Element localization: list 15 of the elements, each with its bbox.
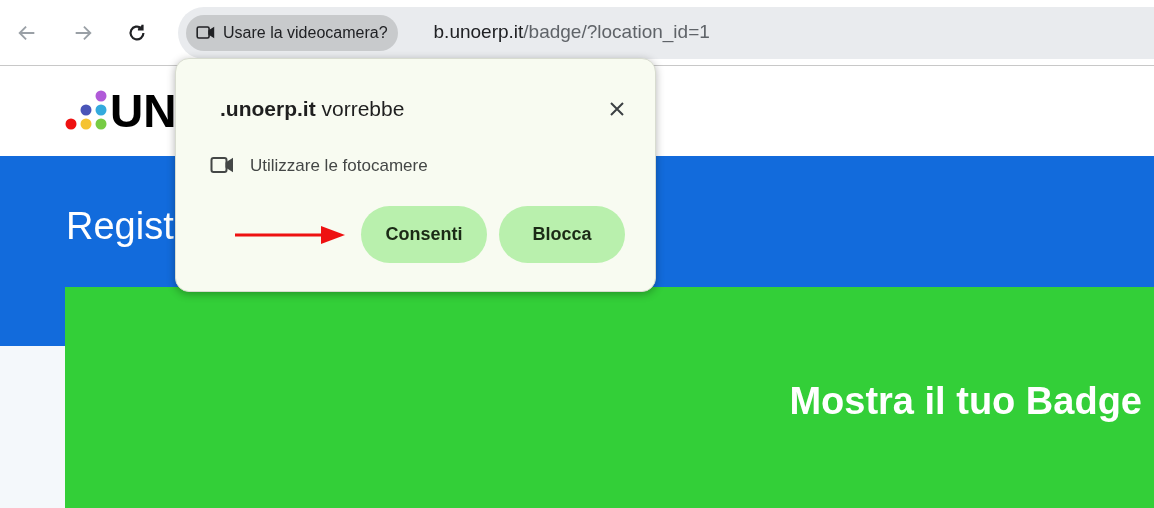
- permission-request: Utilizzare le fotocamere: [250, 154, 428, 177]
- close-icon[interactable]: [609, 100, 625, 117]
- card-title: Mostra il tuo Badge: [789, 379, 1142, 424]
- url-path: /badge/?location_id=1: [523, 20, 710, 45]
- logo-text: UN: [110, 88, 177, 134]
- url-host: b.unoerp.it: [433, 20, 524, 45]
- address-bar[interactable]: Usare la videocamera? b.unoerp.it/badge/?location_id=1: [178, 6, 1154, 59]
- video-camera-icon: [210, 156, 234, 175]
- permission-button[interactable]: Blocca: [499, 206, 625, 263]
- permission-button[interactable]: Consenti: [361, 206, 487, 263]
- camera-permission-chip[interactable]: Usare la videocamera?: [186, 14, 398, 51]
- logo-icon: [64, 90, 108, 132]
- video-camera-icon: [196, 25, 215, 40]
- banner-title: Regist: [66, 205, 174, 247]
- popup-title: .unoerp.it vorrebbe: [220, 96, 405, 122]
